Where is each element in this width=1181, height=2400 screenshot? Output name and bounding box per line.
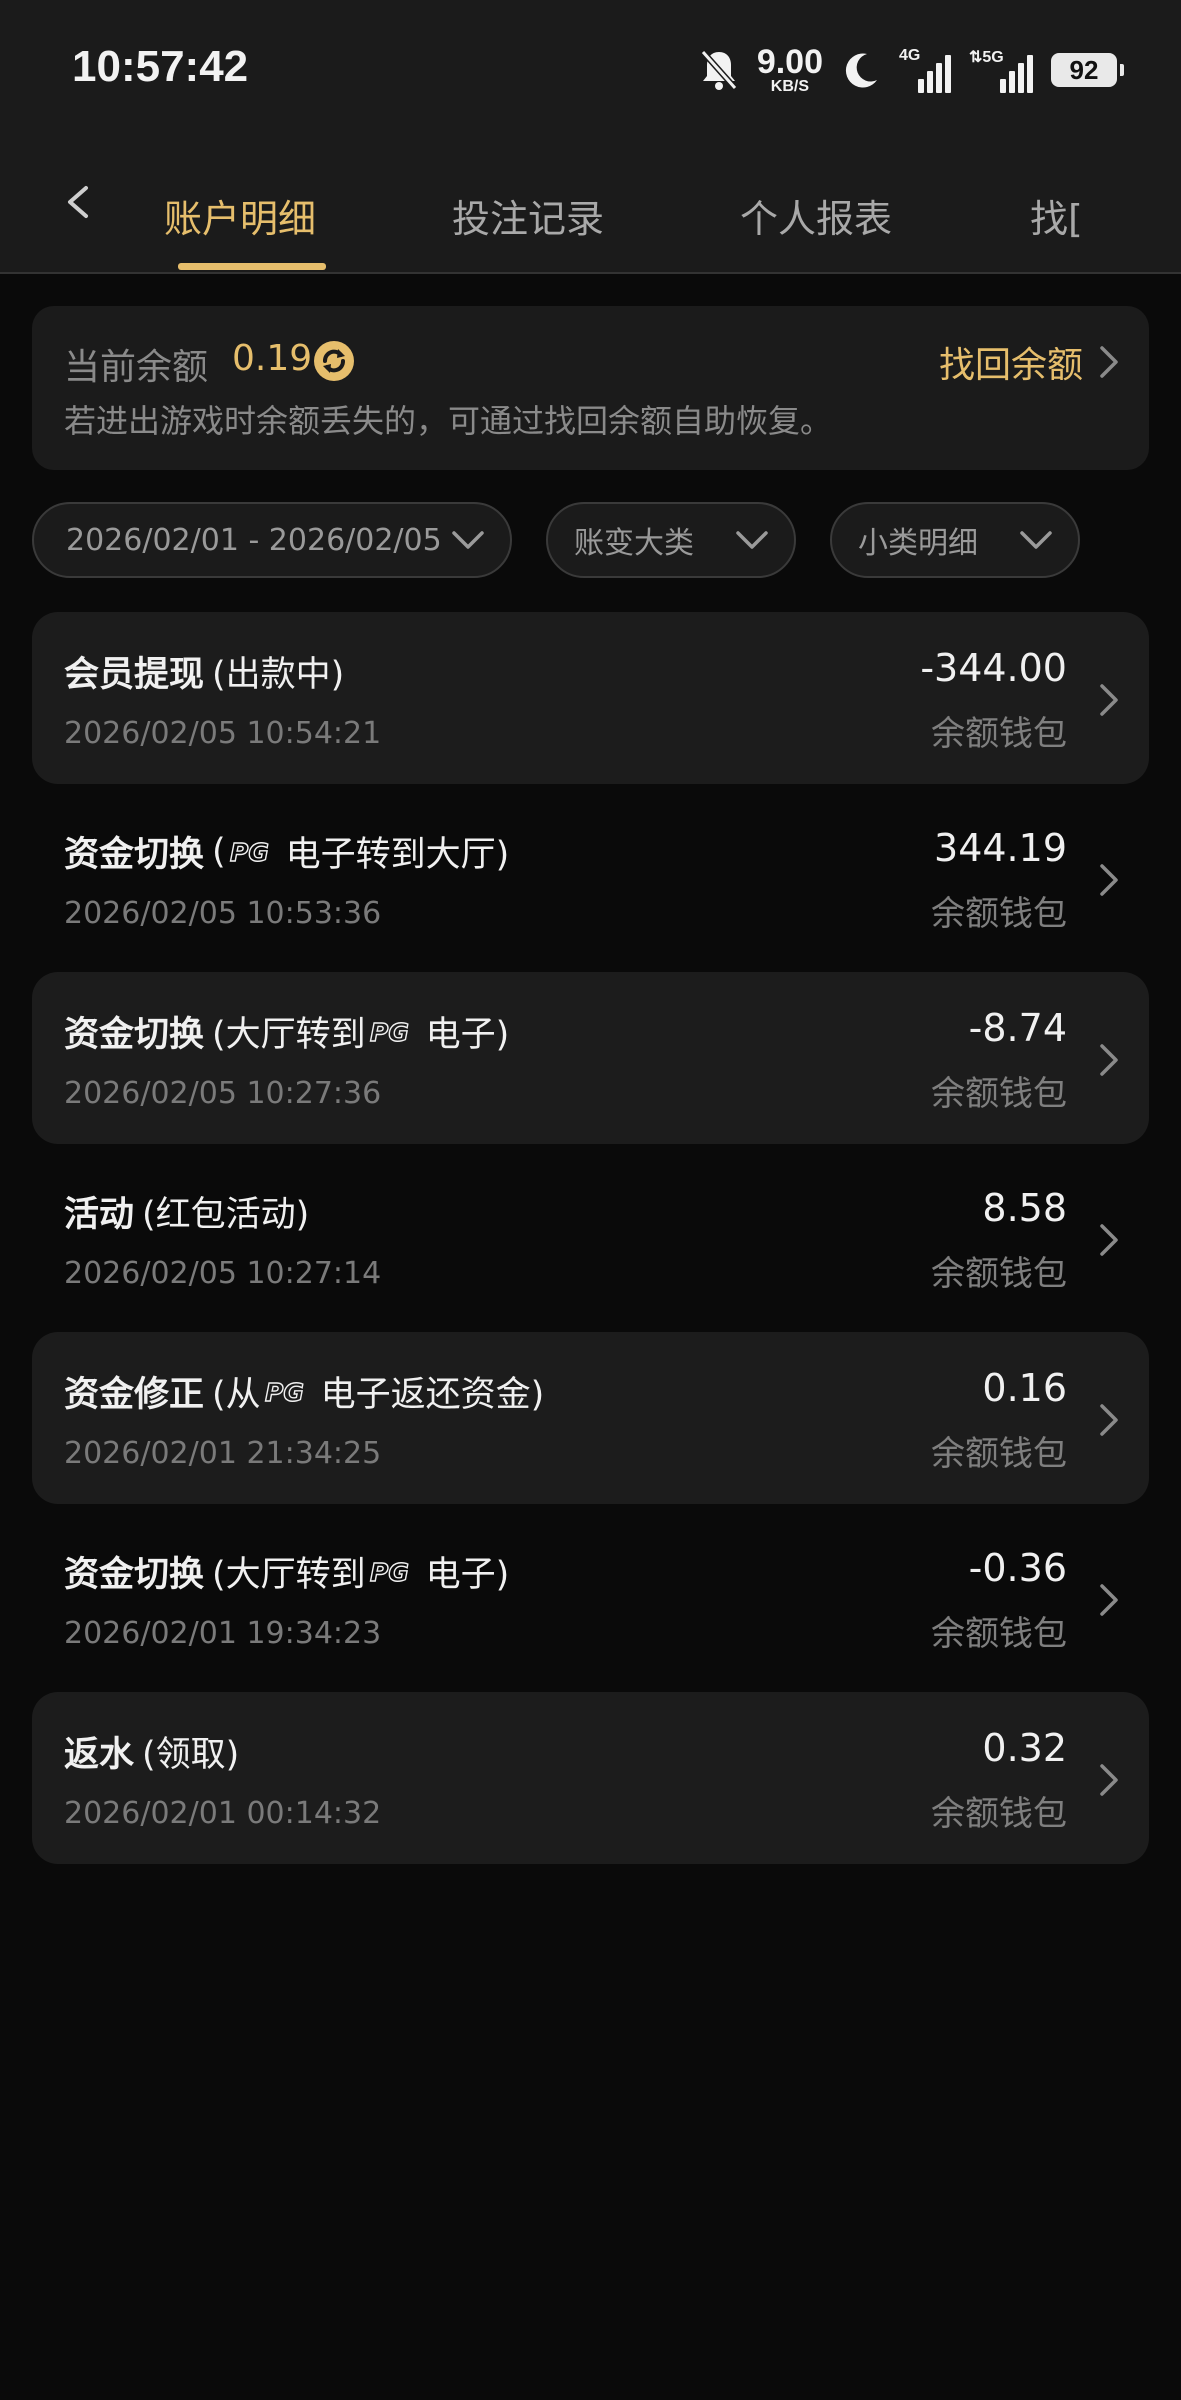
svg-text:PG: PG [265,1378,304,1407]
status-icons: 9.00 KB/S 4G ⇅5G 92 [699,40,1124,100]
transaction-amount: 8.58 [982,1186,1067,1230]
transaction-time: 2026/02/01 21:34:25 [64,1436,382,1471]
transaction-title: 会员提现 (出款中) [64,655,345,695]
pg-logo-icon: PG [229,837,269,867]
tabs-header: 账户明细 投注记录 个人报表 找[ [0,140,1181,274]
status-bar: 10:57:42 9.00 KB/S 4G ⇅5G 92 [0,0,1181,140]
transaction-list: 会员提现 (出款中) 2026/02/05 10:54:21 -344.00 余… [32,612,1149,1872]
active-tab-indicator [178,263,326,270]
transaction-row[interactable]: 会员提现 (出款中) 2026/02/05 10:54:21 -344.00 余… [32,612,1149,784]
chevron-down-icon [452,531,484,549]
transaction-row[interactable]: 资金切换 (大厅转到 PG 电子) 2026/02/01 19:34:23 -0… [32,1512,1149,1684]
tab-recover[interactable]: 找[ [1030,188,1086,243]
transaction-title: 返水 (领取) [64,1735,240,1775]
transaction-time: 2026/02/05 10:54:21 [64,716,382,751]
pg-logo-icon: PG [264,1377,304,1407]
svg-text:PG: PG [370,1018,409,1047]
transaction-row[interactable]: 资金修正 (从 PG 电子返还资金) 2026/02/01 21:34:25 0… [32,1332,1149,1504]
chevron-right-icon [1100,1584,1118,1616]
transaction-wallet: 余额钱包 [931,894,1067,934]
transaction-time: 2026/02/05 10:53:36 [64,896,382,931]
status-time: 10:57:42 [72,42,249,91]
mute-bell-icon [700,50,738,90]
recover-balance-link[interactable]: 找回余额 [939,336,1121,388]
transaction-wallet: 余额钱包 [931,1074,1067,1114]
transaction-amount: 344.19 [934,826,1067,870]
transaction-wallet: 余额钱包 [931,1794,1067,1834]
transaction-title: 活动 (红包活动) [64,1195,310,1235]
transaction-row[interactable]: 返水 (领取) 2026/02/01 00:14:32 0.32 余额钱包 [32,1692,1149,1864]
chevron-right-icon [1100,1044,1118,1076]
transaction-title: 资金切换 (大厅转到 PG 电子) [64,1555,510,1595]
transaction-time: 2026/02/01 19:34:23 [64,1616,382,1651]
balance-value: 0.19 [232,338,313,379]
battery-icon: 92 [1051,53,1124,87]
net-speed-unit: KB/S [770,78,810,95]
transaction-wallet: 余额钱包 [931,1614,1067,1654]
transaction-row[interactable]: 活动 (红包活动) 2026/02/05 10:27:14 8.58 余额钱包 [32,1152,1149,1324]
subcategory-value: 小类明细 [858,526,978,561]
chevron-right-icon [1100,1224,1118,1256]
svg-text:PG: PG [370,1558,409,1587]
chevron-down-icon [736,531,768,549]
chevron-right-icon [1100,1764,1118,1796]
signal-5g-label: ⇅5G [969,49,1004,66]
transaction-amount: -8.74 [968,1006,1067,1050]
subcategory-filter[interactable]: 小类明细 [830,502,1080,578]
transaction-wallet: 余额钱包 [931,1254,1067,1294]
transaction-wallet: 余额钱包 [931,714,1067,754]
chevron-down-icon [1020,531,1052,549]
moon-icon [845,53,877,88]
transaction-amount: -0.36 [968,1546,1067,1590]
balance-hint: 若进出游戏时余额丢失的，可通过找回余额自助恢复。 [64,402,833,440]
transaction-time: 2026/02/05 10:27:36 [64,1076,382,1111]
category-filter[interactable]: 账变大类 [546,502,796,578]
transaction-title: 资金切换 ( PG 电子转到大厅) [64,831,510,876]
refresh-icon[interactable] [312,339,356,383]
tab-bet-records[interactable]: 投注记录 [452,188,604,243]
pg-logo-icon: PG [369,1557,409,1587]
svg-text:PG: PG [230,838,269,867]
chevron-right-icon [1100,684,1118,716]
transaction-wallet: 余额钱包 [931,1434,1067,1474]
transaction-amount: 0.32 [982,1726,1067,1770]
signal-4g-label: 4G [899,47,921,64]
net-speed-value: 9.00 [756,43,823,81]
transaction-row[interactable]: 资金切换 (大厅转到 PG 电子) 2026/02/05 10:27:36 -8… [32,972,1149,1144]
chevron-right-icon [1100,864,1118,896]
chevron-right-icon [1100,1404,1118,1436]
balance-card: 当前余额 0.19 找回余额 若进出游戏时余额丢失的，可通过找回余额自助恢复。 [32,306,1149,470]
transaction-row[interactable]: 资金切换 ( PG 电子转到大厅) 2026/02/05 10:53:36 34… [32,792,1149,964]
signal-5g-icon: ⇅5G [969,47,1033,93]
balance-label: 当前余额 [64,347,209,388]
date-range-filter[interactable]: 2026/02/01 - 2026/02/05 [32,502,512,578]
category-value: 账变大类 [574,526,694,561]
tab-account-details[interactable]: 账户明细 [164,188,316,243]
transaction-title: 资金修正 (从 PG 电子返还资金) [64,1375,545,1415]
transaction-time: 2026/02/01 00:14:32 [64,1796,382,1831]
transaction-time: 2026/02/05 10:27:14 [64,1256,382,1291]
transaction-title: 资金切换 (大厅转到 PG 电子) [64,1015,510,1055]
transaction-amount: -344.00 [920,646,1067,690]
signal-4g-icon: 4G [899,47,951,93]
transaction-amount: 0.16 [982,1366,1067,1410]
chevron-right-icon [1100,346,1118,378]
net-speed: 9.00 KB/S [757,45,823,95]
recover-balance-label: 找回余额 [938,345,1083,386]
back-arrow-icon[interactable] [58,180,98,230]
tab-personal-report[interactable]: 个人报表 [740,188,892,243]
pg-logo-icon: PG [369,1017,409,1047]
date-range-value: 2026/02/01 - 2026/02/05 [66,522,442,558]
